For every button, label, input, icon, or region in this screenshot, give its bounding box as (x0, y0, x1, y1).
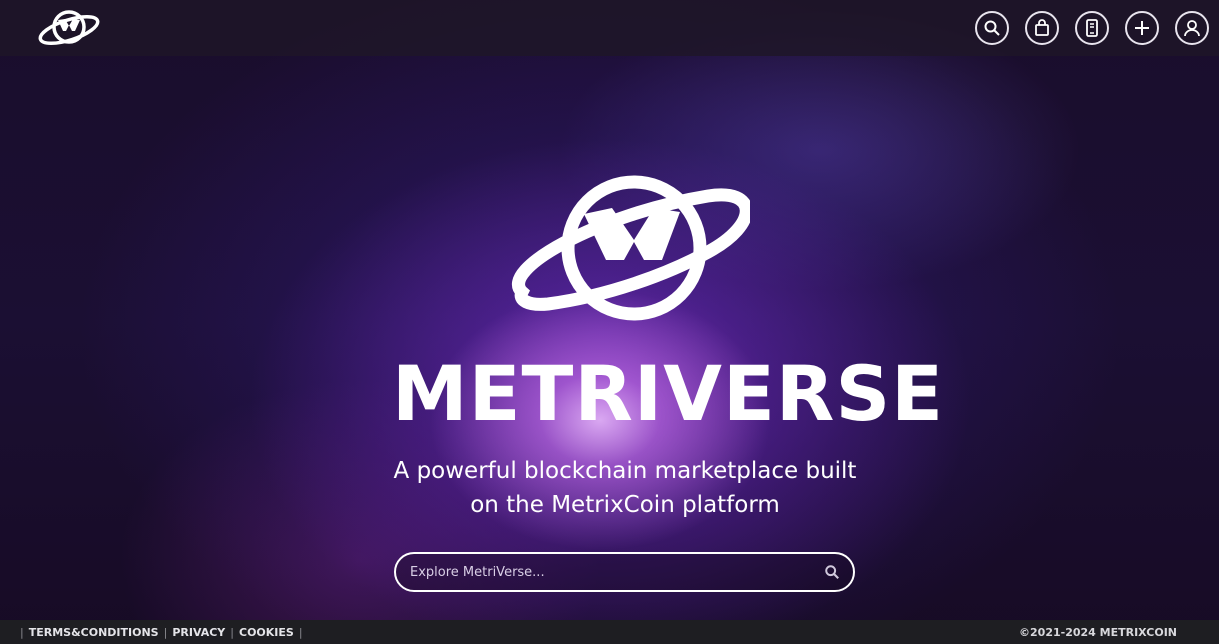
copyright-text: ©2021-2024 METRIXCOIN (1019, 625, 1177, 639)
search-icon[interactable] (975, 11, 1009, 45)
metriverse-logo-icon[interactable] (38, 6, 102, 48)
mobile-app-icon[interactable] (1075, 11, 1109, 45)
footer-separator: | (298, 625, 303, 639)
metriverse-hero-logo-icon (512, 175, 750, 321)
user-icon[interactable] (1175, 11, 1209, 45)
nav-icon-group (975, 11, 1209, 45)
metriverse-wordmark: METRIVERSE (392, 349, 945, 438)
top-navbar (0, 0, 1219, 56)
terms-conditions-link[interactable]: TERMS&CONDITIONS (29, 626, 159, 639)
tagline-line-2: on the MetrixCoin platform (470, 492, 780, 518)
footer-separator: | (20, 625, 24, 639)
explore-search-input[interactable] (410, 564, 823, 580)
footer-separator: | (230, 625, 234, 639)
explore-search-bar (394, 552, 855, 592)
tagline-line-1: A powerful blockchain marketplace built (393, 458, 857, 484)
footer-links: | TERMS&CONDITIONS | PRIVACY | COOKIES | (20, 626, 303, 639)
shopping-bag-icon[interactable] (1025, 11, 1059, 45)
hero-tagline: A powerful blockchain marketplace built … (330, 454, 920, 522)
privacy-link[interactable]: PRIVACY (172, 626, 225, 639)
search-submit-icon[interactable] (823, 563, 841, 581)
cookies-link[interactable]: COOKIES (239, 626, 294, 639)
footer-separator: | (163, 625, 168, 639)
footer-bar: | TERMS&CONDITIONS | PRIVACY | COOKIES |… (0, 620, 1219, 644)
plus-icon[interactable] (1125, 11, 1159, 45)
